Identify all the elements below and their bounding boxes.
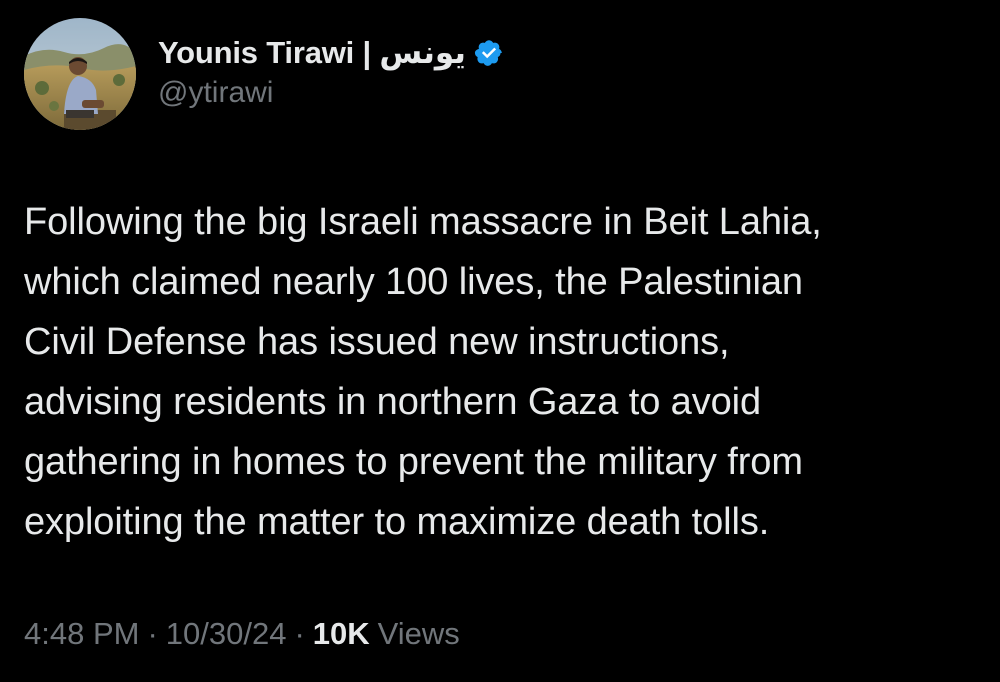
meta-separator: ·: [147, 616, 158, 651]
tweet-card: Younis Tirawi | يونس @ytirawi Following …: [0, 0, 1000, 682]
author-handle[interactable]: @ytirawi: [158, 76, 504, 110]
tweet-text: Following the big Israeli massacre in Be…: [24, 201, 822, 543]
views-count[interactable]: 10K: [313, 616, 370, 652]
author-identity: Younis Tirawi | يونس @ytirawi: [158, 32, 504, 110]
tweet-date[interactable]: 10/30/24: [166, 616, 287, 652]
views-label[interactable]: Views: [378, 616, 460, 652]
tweet-header: Younis Tirawi | يونس @ytirawi: [24, 18, 504, 130]
tweet-meta: 4:48 PM · 10/30/24 · 10K Views: [24, 616, 460, 652]
avatar-photo: [24, 18, 136, 130]
author-display-name[interactable]: Younis Tirawi | يونس: [158, 35, 466, 71]
avatar[interactable]: [24, 18, 136, 130]
name-row: Younis Tirawi | يونس: [158, 32, 504, 74]
tweet-time[interactable]: 4:48 PM: [24, 616, 139, 652]
meta-separator: ·: [294, 616, 305, 651]
verified-badge-icon[interactable]: [474, 38, 504, 68]
